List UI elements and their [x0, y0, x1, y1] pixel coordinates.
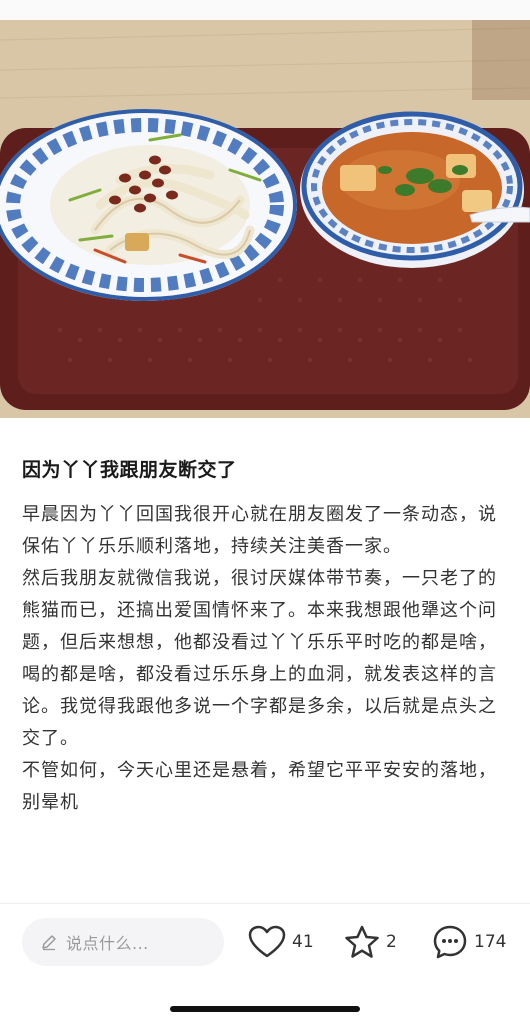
favorite-count: 2	[386, 932, 397, 952]
post-image[interactable]	[0, 0, 530, 418]
post-paragraph: 早晨因为丫丫回国我很开心就在朋友圈发了一条动态，说保佑丫丫乐乐顺利落地，持续关注…	[22, 504, 497, 557]
chat-bubble-icon	[433, 925, 467, 959]
star-icon	[345, 925, 379, 958]
post-title: 因为丫丫我跟朋友断交了	[22, 459, 237, 481]
favorite-button[interactable]: 2	[344, 920, 397, 964]
heart-icon	[248, 925, 286, 958]
comment-input[interactable]: 说点什么...	[22, 918, 224, 966]
pencil-icon	[42, 935, 56, 951]
like-button[interactable]: 41	[248, 920, 314, 964]
food-photo	[0, 0, 530, 418]
post-paragraph: 然后我朋友就微信我说，很讨厌媒体带节奏，一只老了的熊猫而已，还搞出爱国情怀来了。…	[22, 568, 497, 749]
top-strip	[0, 0, 530, 20]
comment-button[interactable]: 174	[432, 920, 506, 964]
home-indicator[interactable]	[170, 1006, 360, 1012]
bottom-divider	[0, 903, 530, 904]
comment-count: 174	[474, 932, 507, 952]
post-body: 早晨因为丫丫回国我很开心就在朋友圈发了一条动态，说保佑丫丫乐乐顺利落地，持续关注…	[22, 499, 512, 913]
post-content: 因为丫丫我跟朋友断交了 早晨因为丫丫回国我很开心就在朋友圈发了一条动态，说保佑丫…	[22, 455, 512, 913]
like-count: 41	[292, 932, 314, 952]
comment-placeholder: 说点什么...	[66, 934, 149, 953]
post-paragraph: 不管如何，今天心里还是悬着，希望它平平安安的落地，别晕机	[22, 760, 497, 813]
